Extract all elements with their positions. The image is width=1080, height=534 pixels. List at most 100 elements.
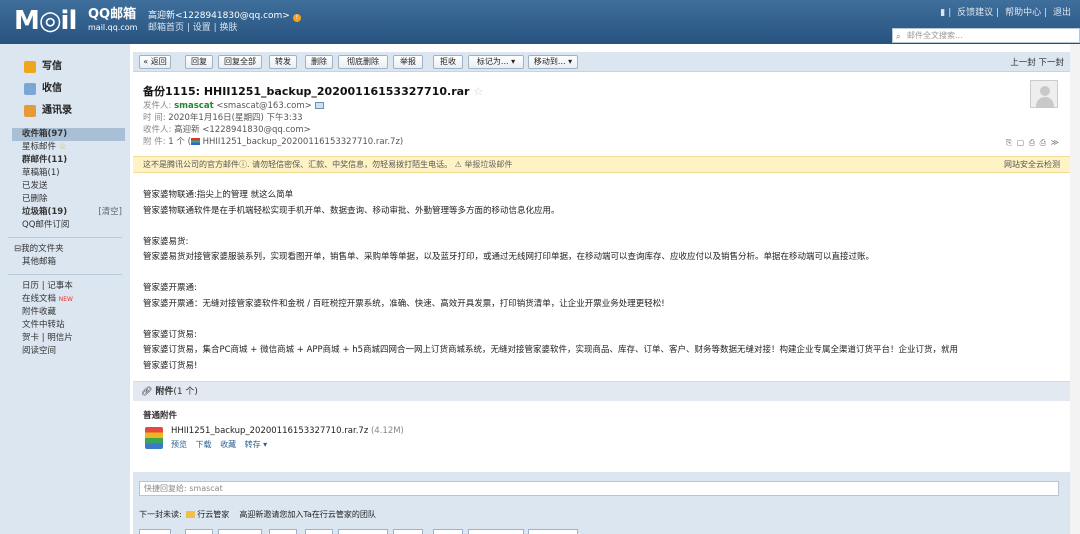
contact-card-icon[interactable] [314,102,324,109]
normal-attachments-title: 普通附件 [143,411,178,421]
mail-subject: 备份1115: HHII1251_backup_2020011615332771… [143,83,483,99]
bottom-delete-button[interactable] [305,529,333,534]
time-row: 时 间: 2020年1月16日(星期四) 下午3:33 [143,112,403,124]
address-book-icon [24,105,36,117]
user-badge-icon[interactable]: ! [292,14,301,22]
tool-file-transfer[interactable]: 文件中转站 [0,319,130,332]
attach-close: ) [399,137,404,147]
folder-spam[interactable]: 垃圾箱(19) [清空] [0,206,130,219]
mail-toolbar: « 返回 回复 回复全部 转发 删除 彻底删除 举报 拒收 标记为... ▾ 移… [133,52,1070,72]
receive-label: 收信 [42,83,62,94]
bottom-reply-all-button[interactable] [218,529,262,534]
next-unread-from[interactable]: 行云管家 [197,510,229,519]
tool-cards[interactable]: 贺卡 | 明信片 [0,332,130,345]
next-unread-subject[interactable]: 高迎新邀请您加入Ta在行云管家的团队 [239,510,375,519]
folder-starred[interactable]: 星标邮件 ☆ [0,141,130,154]
body-line: 管家婆订货易! [143,360,198,371]
attachments-label: 附件 [155,387,174,397]
mail-reader: « 返回 回复 回复全部 转发 删除 彻底删除 举报 拒收 标记为... ▾ 移… [133,52,1070,534]
body-line: 管家婆开票通：无缝对接管家婆软件和金税 / 百旺税控开票系统，准确、快速、高效开… [143,298,665,309]
feedback-link[interactable]: 反馈建议 [957,8,993,18]
report-spam-link[interactable]: ⚠ 举报垃圾邮件 [455,160,513,169]
bottom-delete-perm-button[interactable] [338,529,388,534]
other-mailboxes[interactable]: 其他邮箱 [0,256,130,269]
qq-mail-logo[interactable]: M◎il [14,8,77,34]
star-icon[interactable]: ☆ [473,85,483,98]
mail-tools-icons[interactable]: ⎘ ▢ ⎙ ⎙ ≫ [1006,138,1060,148]
envelope-icon [186,511,196,518]
tool-online-docs[interactable]: 在线文档 NEW [0,293,130,306]
next-unread-label: 下一封未读: [139,510,182,519]
bottom-reject-button[interactable] [433,529,463,534]
inbox-check-button[interactable]: 收信 [0,78,130,100]
reject-button[interactable]: 拒收 [433,55,463,69]
body-gap [143,266,1063,282]
folder-inbox[interactable]: 收件箱(97) [12,128,125,141]
folder-deleted[interactable]: 已删除 [0,193,130,206]
bottom-mark-button[interactable] [468,529,524,534]
from-address: <smascat@163.com> [216,101,312,111]
top-links: ▮ | 反馈建议 | 帮助中心 | 退出 [940,8,1071,18]
avatar-body [1036,97,1054,108]
my-folders[interactable]: ⊟我的文件夹 [0,243,130,256]
from-row: 发件人: smascat <smascat@163.com> [143,100,403,112]
compose-button[interactable]: 写信 [0,56,130,78]
folder-sent[interactable]: 已发送 [0,180,130,193]
download-link[interactable]: 下载 [196,440,212,449]
attachments-header: 🔗︎ 附件(1 个) [133,381,1070,401]
from-name[interactable]: smascat [174,101,214,111]
body-gap [143,219,1063,235]
folder-subscriptions[interactable]: QQ邮件订阅 [0,219,130,232]
user-display[interactable]: 高迎新<1228941830@qq.com> [148,11,290,21]
empty-spam-link[interactable]: [清空] [98,206,122,219]
delete-button[interactable]: 删除 [305,55,333,69]
brand-name: QQ邮箱 [88,7,137,22]
attach-filename[interactable]: HHII1251_backup_20200116153327710.rar.7z [203,137,400,147]
tool-calendar[interactable]: 日历 | 记事本 [0,280,130,293]
security-check-link[interactable]: 网站安全云检测 [1004,157,1060,172]
reply-button[interactable]: 回复 [185,55,213,69]
search-input[interactable]: ⌕ 邮件全文搜索... [892,28,1080,43]
folder-drafts[interactable]: 草稿箱(1) [0,167,130,180]
bottom-toolbar [133,529,1070,534]
avatar-head [1040,86,1050,96]
sidebar: 写信 收信 通讯录 收件箱(97) 星标邮件 ☆ 群邮件(11) 草稿箱(1) … [0,44,130,534]
move-to-dropdown[interactable]: 移动到... ▾ [528,55,578,69]
attach-count[interactable]: 1 个 ( [168,137,191,147]
archive-file-icon[interactable] [145,427,163,449]
bottom-report-button[interactable] [393,529,423,534]
quick-reply-input[interactable]: 快捷回复给: smascat [139,481,1059,496]
tool-attachment-fav[interactable]: 附件收藏 [0,306,130,319]
sender-avatar[interactable] [1030,80,1058,108]
attachments-count: (1 个) [173,387,198,397]
prev-next-pager[interactable]: 上一封 下一封 [1010,56,1064,68]
reply-area: 快捷回复给: smascat 下一封未读: 行云管家 高迎新邀请您加入Ta在行云… [133,472,1070,534]
contacts-button[interactable]: 通讯录 [0,100,130,122]
bottom-move-button[interactable] [528,529,578,534]
logout-link[interactable]: 退出 [1053,8,1071,18]
user-links[interactable]: 邮箱首页 | 设置 | 换肤 [148,22,301,34]
body-line: 管家婆物联通:指尖上的管理 就这么简单 [143,190,294,200]
favorite-link[interactable]: 收藏 [220,440,236,449]
bottom-back-button[interactable] [139,529,171,534]
to-value: 高迎新 <1228941830@qq.com> [174,125,311,135]
menu-icon[interactable]: ▮ [940,8,945,18]
attachment-size: (4.12M) [370,426,404,436]
bottom-reply-button[interactable] [185,529,213,534]
help-link[interactable]: 帮助中心 [1005,8,1041,18]
new-badge: NEW [58,296,73,303]
reply-all-button[interactable]: 回复全部 [218,55,262,69]
save-to-link[interactable]: 转存 ▾ [245,440,268,449]
page-scrollbar[interactable] [1070,44,1080,534]
next-unread: 下一封未读: 行云管家 高迎新邀请您加入Ta在行云管家的团队 [139,509,376,520]
report-button[interactable]: 举报 [393,55,423,69]
bottom-forward-button[interactable] [269,529,297,534]
mark-as-dropdown[interactable]: 标记为... ▾ [468,55,524,69]
tool-reading[interactable]: 阅读空间 [0,345,130,358]
folder-group[interactable]: 群邮件(11) [0,154,130,167]
attachment-filename[interactable]: HHII1251_backup_20200116153327710.rar.7z [171,426,368,436]
back-button[interactable]: « 返回 [139,55,171,69]
delete-permanently-button[interactable]: 彻底删除 [338,55,388,69]
preview-link[interactable]: 预览 [171,440,187,449]
forward-button[interactable]: 转发 [269,55,297,69]
